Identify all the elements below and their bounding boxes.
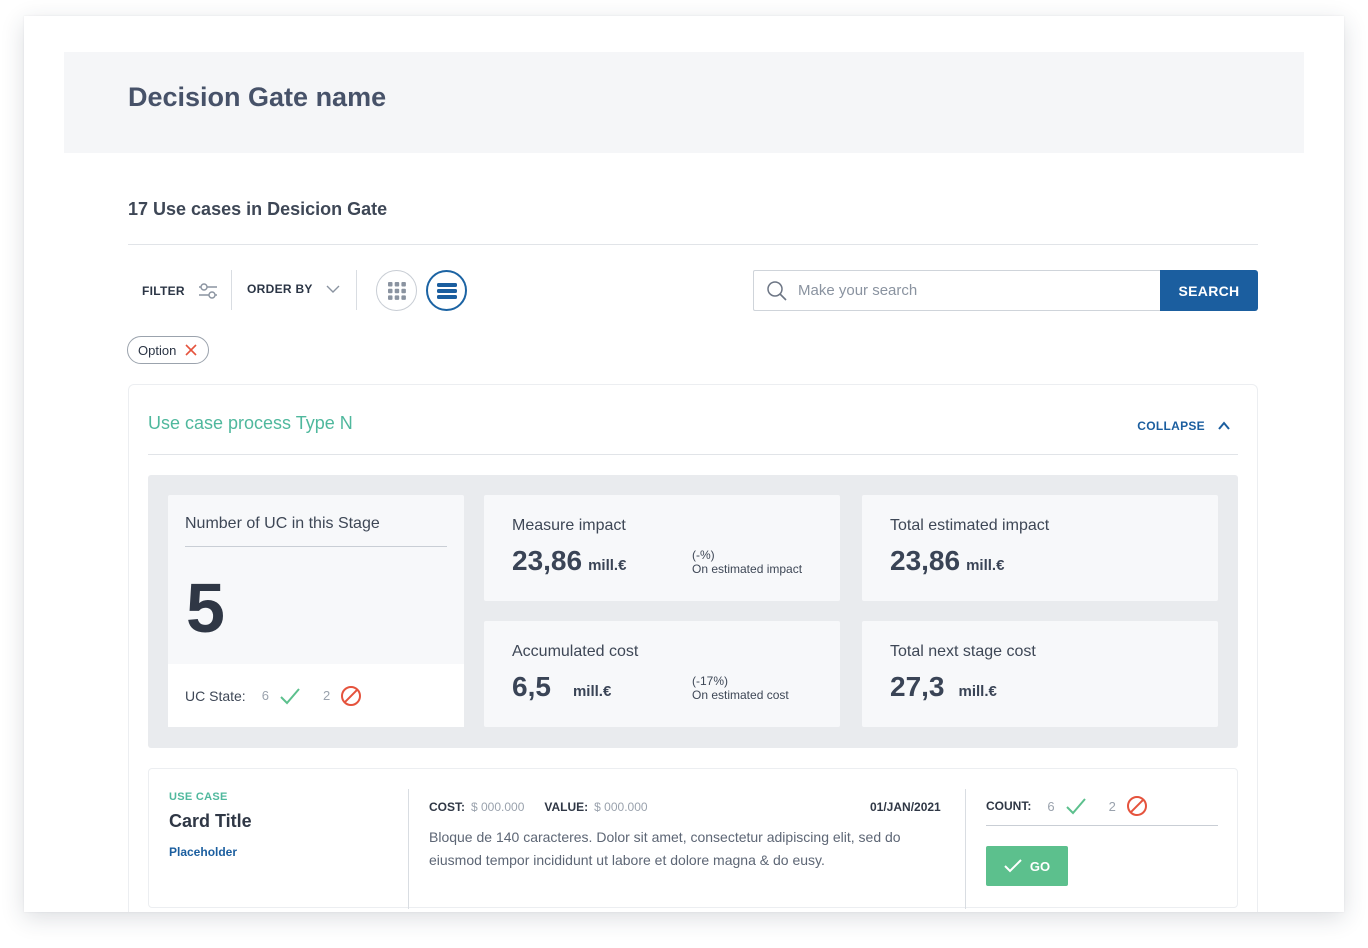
value-label: VALUE: [544,800,589,814]
divider [965,789,966,909]
metric-unit: mill.€ [572,683,612,700]
stats-area: Number of UC in this Stage 5 UC State: 6… [148,475,1238,748]
uc-state-row: UC State: 6 2 [168,664,464,727]
app-frame: Decision Gate name 17 Use cases in Desic… [24,16,1344,912]
filter-label: FILTER [142,284,185,298]
toolbar-divider [231,270,232,310]
rejected-count: 2 [322,688,331,703]
grid-view-button[interactable] [376,270,417,311]
divider [128,244,1258,245]
metric-value: 23,86 mill.€ [890,545,1004,577]
delta-value: (-17%) [692,674,729,688]
go-label: GO [1029,858,1051,874]
check-icon [1065,797,1087,815]
divider [408,789,409,909]
grid-icon [387,281,407,301]
process-panel: Use case process Type N COLLAPSE Number … [128,384,1258,912]
chevron-down-icon [325,284,341,294]
chip-label: Option [138,342,177,358]
close-icon[interactable] [184,343,198,357]
card-description: Bloque de 140 caracteres. Dolor sit amet… [429,829,901,868]
metric-number: 23,86 [512,545,583,576]
delta-note: On estimated cost [692,688,789,702]
accumulated-cost-card: Accumulated cost 6,5 mill.€ (-17%) On esti… [484,621,840,727]
card-link[interactable]: Placeholder [169,845,237,859]
go-button[interactable]: GO [986,846,1068,886]
approved-count: 6 [1047,798,1055,814]
use-case-count-title: 17 Use cases in Desicion Gate [128,199,388,219]
list-icon [436,281,458,301]
metric-value: 23,86 mill.€ [512,545,626,577]
filter-button[interactable]: FILTER [142,282,219,300]
divider [185,546,447,547]
check-icon [279,687,301,705]
approved-count: 6 [261,688,269,703]
metric-title: Measure impact [512,517,626,534]
delta-value: (-%) [692,548,715,562]
metric-unit: mill.€ [588,557,627,574]
count-row: COUNT: 6 2 [986,795,1148,817]
metric-unit: mill.€ [958,683,997,700]
chevron-up-icon [1217,421,1231,431]
list-view-button[interactable] [426,270,467,311]
card-kicker: USE CASE [169,791,228,803]
metric-number: 27,3 [890,671,945,702]
search-button[interactable]: SEARCH [1160,270,1258,311]
metric-title: Total next stage cost [890,643,1036,660]
value-value: $ 000.000 [594,800,648,814]
metric-value: 27,3 mill.€ [890,671,997,703]
check-icon [1004,859,1022,873]
count-label: COUNT: [986,799,1032,813]
stage-count-title: Number of UC in this Stage [185,515,380,532]
stage-count-value: 5 [186,569,225,647]
divider [148,454,1238,455]
metric-number: 23,86 [890,545,961,576]
order-by-dropdown[interactable]: ORDER BY [247,282,341,296]
page-title: Decision Gate name [128,82,387,112]
toolbar: FILTER ORDER BY Make your search SEARCH [128,270,1258,312]
sliders-icon [197,282,219,300]
stage-count-card: Number of UC in this Stage 5 UC State: 6… [168,495,464,727]
cost-value: $ 000.000 [471,800,525,814]
metric-delta: (-%) On estimated impact [692,548,802,576]
rejected-count: 2 [1108,798,1116,814]
metric-delta: (-17%) On estimated cost [692,674,789,702]
total-estimated-impact-card: Total estimated impact 23,86 mill.€ [862,495,1218,601]
collapse-button[interactable]: COLLAPSE [1137,419,1231,433]
process-title: Use case process Type N [148,413,353,433]
delta-note: On estimated impact [692,562,803,576]
filter-chip[interactable]: Option [127,336,210,364]
uc-state-label: UC State: [185,687,246,704]
blocked-icon [1126,795,1148,817]
order-by-label: ORDER BY [247,282,313,296]
metric-title: Total estimated impact [890,517,1050,534]
toolbar-divider [356,270,357,310]
collapse-label: COLLAPSE [1137,419,1205,433]
search-icon [766,280,788,302]
blocked-icon [340,685,362,707]
use-case-card[interactable]: USE CASE Card Title Placeholder COST: $ … [148,768,1238,909]
metric-number: 6,5 [512,671,551,702]
card-title: Card Title [169,811,252,831]
measure-impact-card: Measure impact 23,86 mill.€ (-%) On estima… [484,495,840,601]
page-header: Decision Gate name [64,52,1304,153]
total-next-stage-cost-card: Total next stage cost 27,3 mill.€ [862,621,1218,727]
search-field [753,270,1163,311]
metric-unit: mill.€ [966,557,1005,574]
divider [986,825,1218,826]
metric-value: 6,5 mill.€ [512,671,611,703]
card-date: 01/JAN/2021 [870,800,941,814]
cost-label: COST: [429,800,465,814]
search-input[interactable] [798,282,1138,299]
card-meta: COST: $ 000.000 VALUE: $ 000.000 [429,800,662,814]
metric-title: Accumulated cost [512,643,639,660]
